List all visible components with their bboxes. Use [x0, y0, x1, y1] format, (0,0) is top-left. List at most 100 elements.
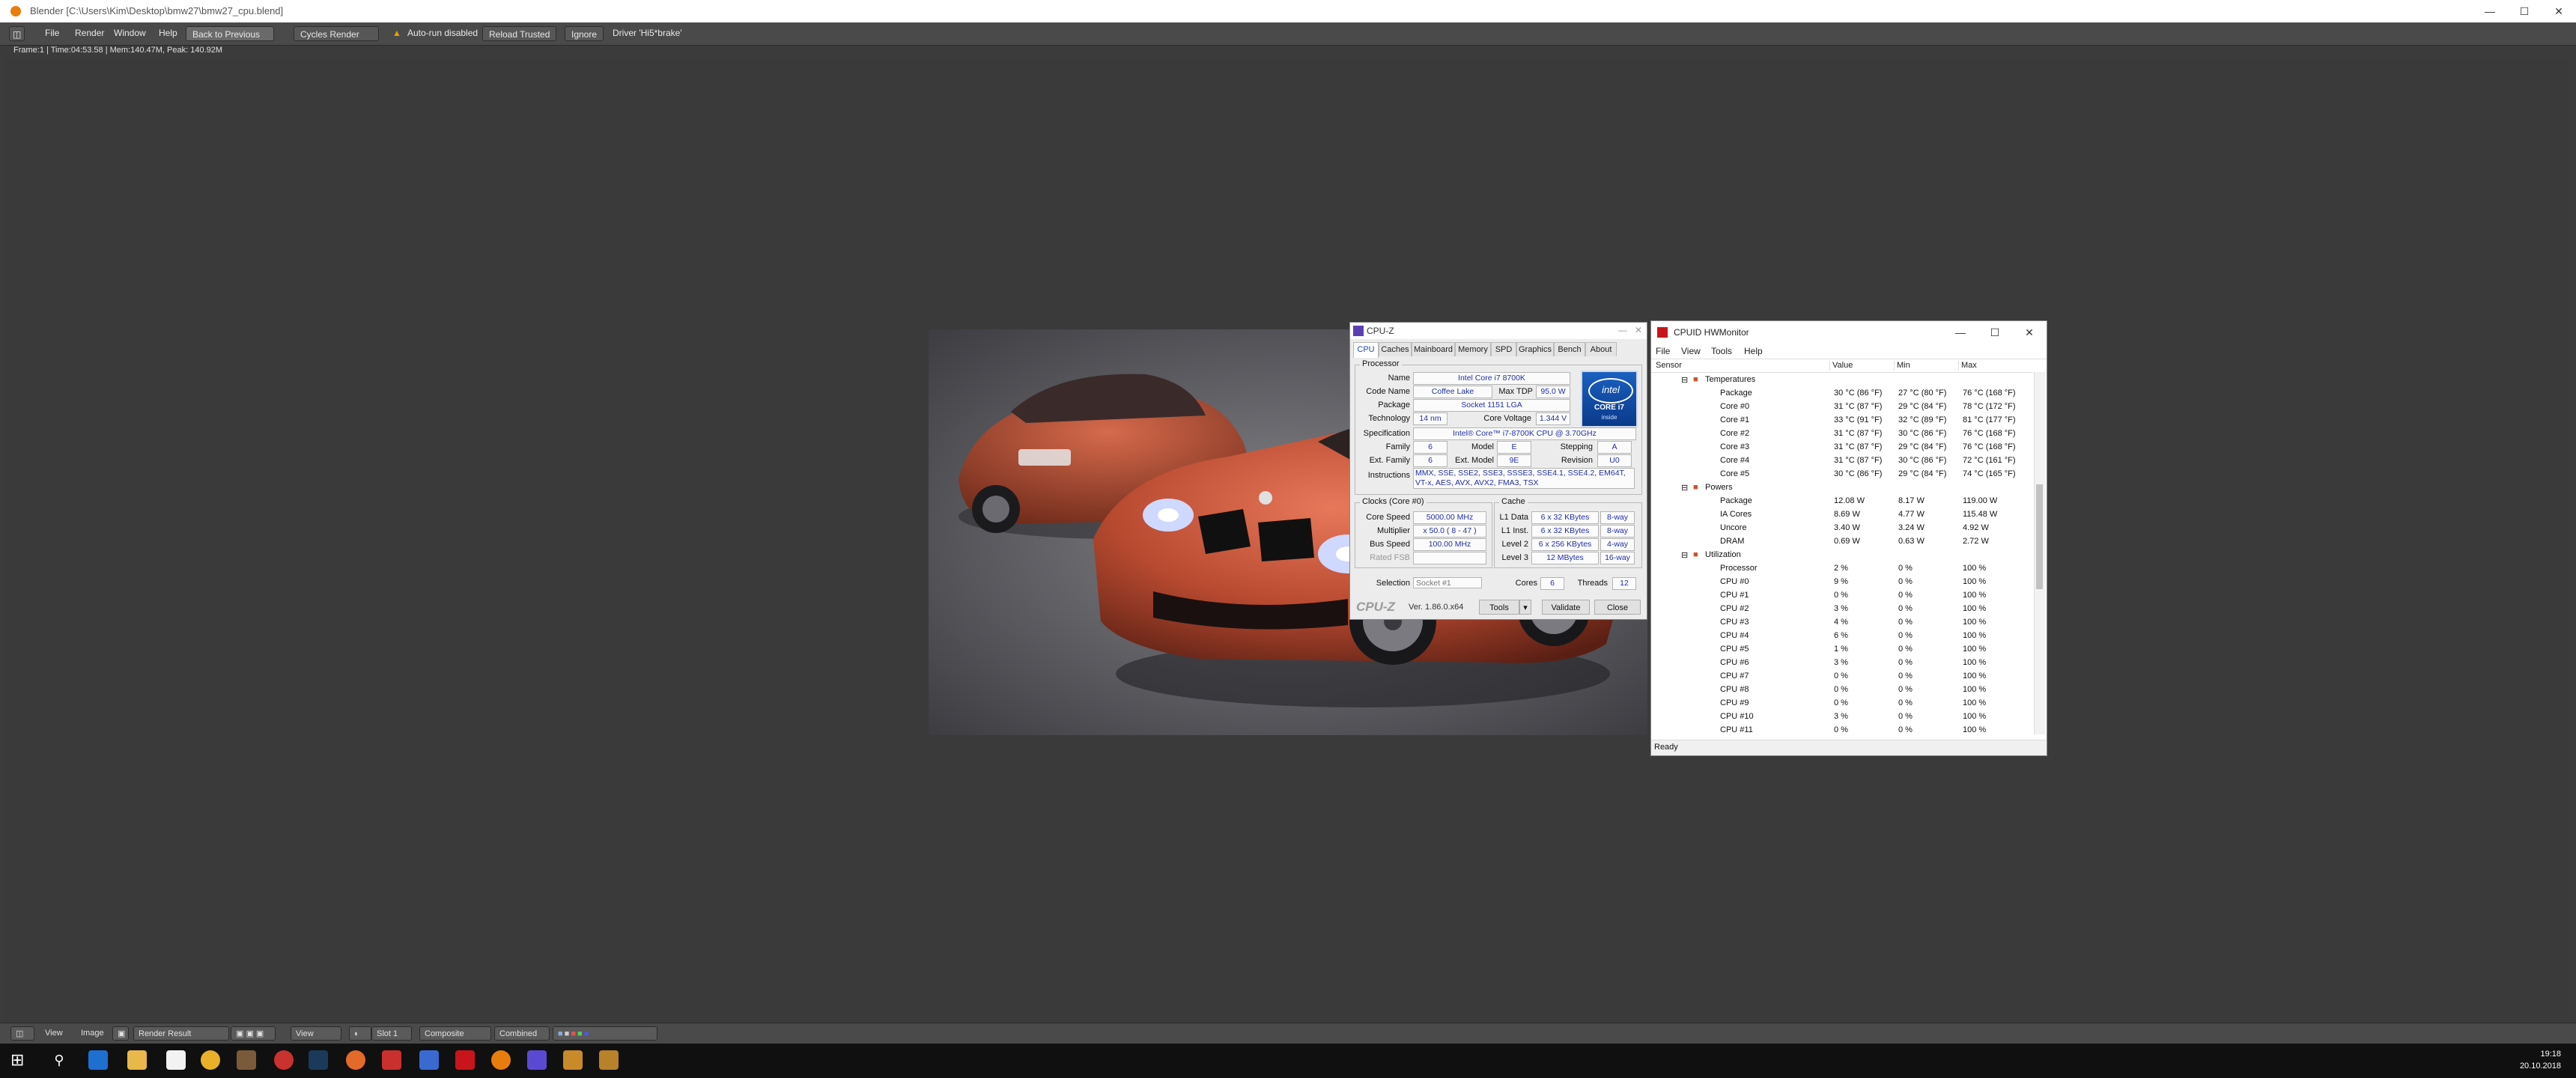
origin-icon[interactable] [346, 1050, 365, 1070]
app-red-icon[interactable] [274, 1050, 294, 1070]
back-to-previous-button[interactable]: Back to Previous [186, 26, 274, 41]
menu-help[interactable]: Help [159, 28, 177, 38]
hwm-close-icon[interactable]: ✕ [2012, 321, 2047, 344]
sensor-row[interactable]: CPU #0 9 % 0 % 100 % [1651, 576, 2033, 589]
sensor-row[interactable]: CPU #6 3 % 0 % 100 % [1651, 657, 2033, 670]
system-tray[interactable]: 19:18 20.10.2018 [2520, 1048, 2561, 1072]
minimize-icon[interactable]: — [2473, 0, 2507, 22]
sensor-row[interactable]: CPU #3 4 % 0 % 100 % [1651, 616, 2033, 630]
hwm-scrollbar[interactable] [2034, 372, 2045, 734]
hwm-menu-tools[interactable]: Tools [1711, 346, 1732, 356]
sensor-row[interactable]: Core #2 31 °C (87 °F) 30 °C (86 °F) 76 °C (… [1651, 427, 2033, 441]
close-icon[interactable]: ✕ [2542, 0, 2576, 22]
chrome-icon[interactable] [201, 1050, 220, 1070]
channel-toggle-icons[interactable]: ■■■■■ [553, 1026, 657, 1041]
sensor-row[interactable]: Core #1 33 °C (91 °F) 32 °C (89 °F) 81 °C (… [1651, 414, 2033, 427]
hwm-scroll-thumb[interactable] [2036, 484, 2043, 589]
hwm-menu-view[interactable]: View [1681, 346, 1701, 356]
hwm-maximize-icon[interactable]: ☐ [1978, 321, 2012, 344]
col-value[interactable]: Value [1832, 361, 1895, 371]
sensor-row[interactable]: CPU #4 6 % 0 % 100 % [1651, 630, 2033, 643]
sensor-row[interactable]: Core #0 31 °C (87 °F) 29 °C (84 °F) 78 °C (… [1651, 401, 2033, 414]
socket-select[interactable]: Socket #1 [1413, 577, 1482, 588]
col-min[interactable]: Min [1897, 361, 1959, 371]
composite-select[interactable]: Composite [419, 1026, 491, 1041]
tab-memory[interactable]: Memory [1455, 342, 1491, 356]
cpuz-close-icon[interactable]: ✕ [1635, 325, 1642, 335]
edge-icon[interactable] [88, 1050, 108, 1070]
menu-window[interactable]: Window [114, 28, 146, 38]
sensor-row[interactable]: CPU #10 3 % 0 % 100 % [1651, 710, 2033, 724]
collapse-icon[interactable]: ⊟ [1681, 483, 1688, 493]
sensor-row[interactable]: Core #3 31 °C (87 °F) 29 °C (84 °F) 76 °C (… [1651, 441, 2033, 454]
sensor-row[interactable]: Uncore 3.40 W 3.24 W 4.92 W [1651, 522, 2033, 535]
app-gold-icon[interactable] [563, 1050, 583, 1070]
image-browse-icon[interactable]: ▣ [112, 1026, 129, 1041]
sensor-row[interactable]: CPU #8 0 % 0 % 100 % [1651, 683, 2033, 697]
collapse-icon[interactable]: ⊟ [1681, 550, 1688, 560]
hwm-minimize-icon[interactable]: — [1943, 321, 1978, 344]
sensor-row[interactable]: CPU #5 1 % 0 % 100 % [1651, 643, 2033, 657]
image-tools-icons[interactable]: ▣ ▣ ▣ [231, 1026, 276, 1041]
sensor-row[interactable]: Package 12.08 W 8.17 W 119.00 W [1651, 495, 2033, 508]
tab-spd[interactable]: SPD [1491, 342, 1516, 356]
sensor-row[interactable]: CPU #1 0 % 0 % 100 % [1651, 589, 2033, 603]
reload-trusted-button[interactable]: Reload Trusted [482, 26, 557, 41]
menu-view[interactable]: View [45, 1029, 63, 1038]
steam-icon[interactable] [309, 1050, 328, 1070]
menu-file[interactable]: File [45, 28, 59, 38]
combined-select[interactable]: Combined [494, 1026, 550, 1041]
blender-taskbar-icon[interactable] [491, 1050, 511, 1070]
sensor-group-row[interactable]: ⊟ ■ Temperatures [1651, 374, 2033, 387]
sensor-row[interactable]: DRAM 0.69 W 0.63 W 2.72 W [1651, 535, 2033, 549]
tab-cpu[interactable]: CPU [1353, 342, 1379, 358]
sensor-row[interactable]: Core #5 30 °C (86 °F) 29 °C (84 °F) 74 °C (… [1651, 468, 2033, 481]
sensor-row[interactable]: CPU #2 3 % 0 % 100 % [1651, 603, 2033, 616]
search-icon[interactable]: ⚲ [49, 1050, 69, 1070]
view-select[interactable]: View [291, 1026, 341, 1041]
store-icon[interactable] [166, 1050, 186, 1070]
tab-graphics[interactable]: Graphics [1516, 342, 1554, 356]
start-icon[interactable]: ⊞ [10, 1050, 30, 1070]
display-mode-icon[interactable]: ◐ [349, 1026, 371, 1041]
cpuz-minimize-icon[interactable]: — [1618, 325, 1627, 335]
ignore-button[interactable]: Ignore [565, 26, 604, 41]
video-icon[interactable] [382, 1050, 401, 1070]
sensor-row[interactable]: CPU #7 0 % 0 % 100 % [1651, 670, 2033, 683]
amd-icon[interactable] [455, 1050, 475, 1070]
editor-type-icon[interactable]: ◫ [9, 26, 25, 41]
menu-image[interactable]: Image [81, 1029, 104, 1038]
tools-button[interactable]: Tools [1479, 600, 1519, 615]
discord-icon[interactable] [419, 1050, 439, 1070]
collapse-icon[interactable]: ⊟ [1681, 375, 1688, 385]
sensor-row[interactable]: Package 30 °C (86 °F) 27 °C (80 °F) 76 °C (… [1651, 387, 2033, 401]
col-max[interactable]: Max [1961, 361, 2030, 371]
validate-button[interactable]: Validate [1542, 600, 1590, 615]
col-sensor[interactable]: Sensor [1656, 361, 1830, 371]
sensor-row[interactable]: IA Cores 8.69 W 4.77 W 115.48 W [1651, 508, 2033, 522]
slot-select[interactable]: Slot 1 [371, 1026, 412, 1041]
maximize-icon[interactable]: ☐ [2507, 0, 2542, 22]
close-button[interactable]: Close [1594, 600, 1641, 615]
tab-caches[interactable]: Caches [1379, 342, 1412, 356]
hwm-menu-file[interactable]: File [1656, 346, 1670, 356]
tab-mainboard[interactable]: Mainboard [1412, 342, 1455, 356]
app-icon[interactable] [237, 1050, 256, 1070]
image-name-field[interactable]: Render Result [133, 1026, 229, 1041]
file-explorer-icon[interactable] [127, 1050, 147, 1070]
cpuz-taskbar-icon[interactable] [527, 1050, 547, 1070]
sensor-row[interactable]: CPU #11 0 % 0 % 100 % [1651, 724, 2033, 737]
hwm-menu-help[interactable]: Help [1744, 346, 1763, 356]
tab-about[interactable]: About [1585, 342, 1617, 356]
editor-type-icon-bottom[interactable]: ◫ [10, 1026, 34, 1041]
app-gold2-icon[interactable] [599, 1050, 619, 1070]
sensor-row[interactable]: Core #4 31 °C (87 °F) 30 °C (86 °F) 72 °C (… [1651, 454, 2033, 468]
sensor-row[interactable]: Processor 2 % 0 % 100 % [1651, 562, 2033, 576]
tab-bench[interactable]: Bench [1554, 342, 1585, 356]
sensor-group-row[interactable]: ⊟ ■ Powers [1651, 481, 2033, 495]
menu-render[interactable]: Render [75, 28, 104, 38]
tools-dropdown-icon[interactable]: ▾ [1519, 600, 1531, 615]
sensor-group-row[interactable]: ⊟ ■ Utilization [1651, 549, 2033, 562]
sensor-row[interactable]: CPU #9 0 % 0 % 100 % [1651, 697, 2033, 710]
render-engine-select[interactable]: Cycles Render [294, 26, 379, 41]
